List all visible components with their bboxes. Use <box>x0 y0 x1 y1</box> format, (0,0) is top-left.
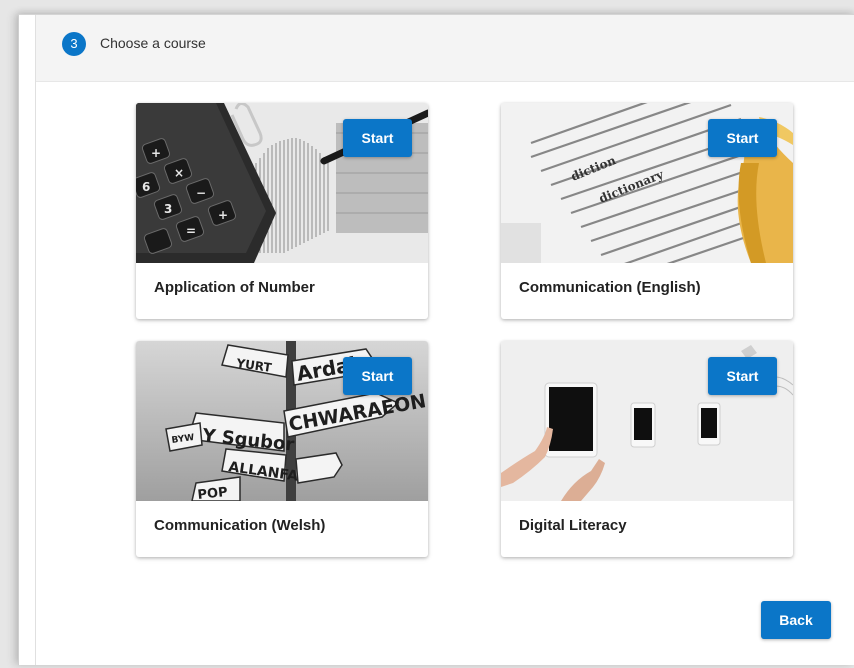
welsh-signpost-photo: YURT Ardal CHWARAEON Y Sgubor BYW ALLANF… <box>136 341 428 501</box>
course-card-communication-welsh[interactable]: YURT Ardal CHWARAEON Y Sgubor BYW ALLANF… <box>136 341 428 557</box>
tablet-phones-photo: Start <box>501 341 793 501</box>
course-card-digital-literacy[interactable]: Start Digital Literacy <box>501 341 793 557</box>
svg-text:+: + <box>151 146 161 160</box>
course-title: Communication (Welsh) <box>154 517 326 534</box>
course-card-application-of-number[interactable]: + × − + 6 3 = Start Application of Numbe… <box>136 103 428 319</box>
svg-text:+: + <box>218 208 228 222</box>
course-title: Communication (English) <box>519 279 701 296</box>
svg-text:=: = <box>186 224 196 238</box>
start-button[interactable]: Start <box>343 357 412 395</box>
dictionary-photo: diction dictionary Start <box>501 103 793 263</box>
step-title: Choose a course <box>100 35 206 51</box>
svg-text:6: 6 <box>142 180 150 194</box>
sign-word: POP <box>197 485 229 501</box>
svg-text:×: × <box>174 166 184 180</box>
course-card-communication-english[interactable]: diction dictionary Start Communication (… <box>501 103 793 319</box>
calculator-photo: + × − + 6 3 = Start <box>136 103 428 263</box>
app-window: 3 Choose a course + × − + 6 3 = Start Ap… <box>18 14 854 665</box>
back-button[interactable]: Back <box>761 601 831 639</box>
start-button[interactable]: Start <box>708 119 777 157</box>
start-button[interactable]: Start <box>708 357 777 395</box>
step-number-badge: 3 <box>62 32 86 56</box>
svg-text:3: 3 <box>164 202 172 216</box>
step-header: 3 Choose a course <box>36 15 854 82</box>
course-title: Application of Number <box>154 279 315 296</box>
course-panel: 3 Choose a course + × − + 6 3 = Start Ap… <box>35 15 854 665</box>
start-button[interactable]: Start <box>343 119 412 157</box>
svg-text:−: − <box>196 186 206 200</box>
course-title: Digital Literacy <box>519 517 627 534</box>
